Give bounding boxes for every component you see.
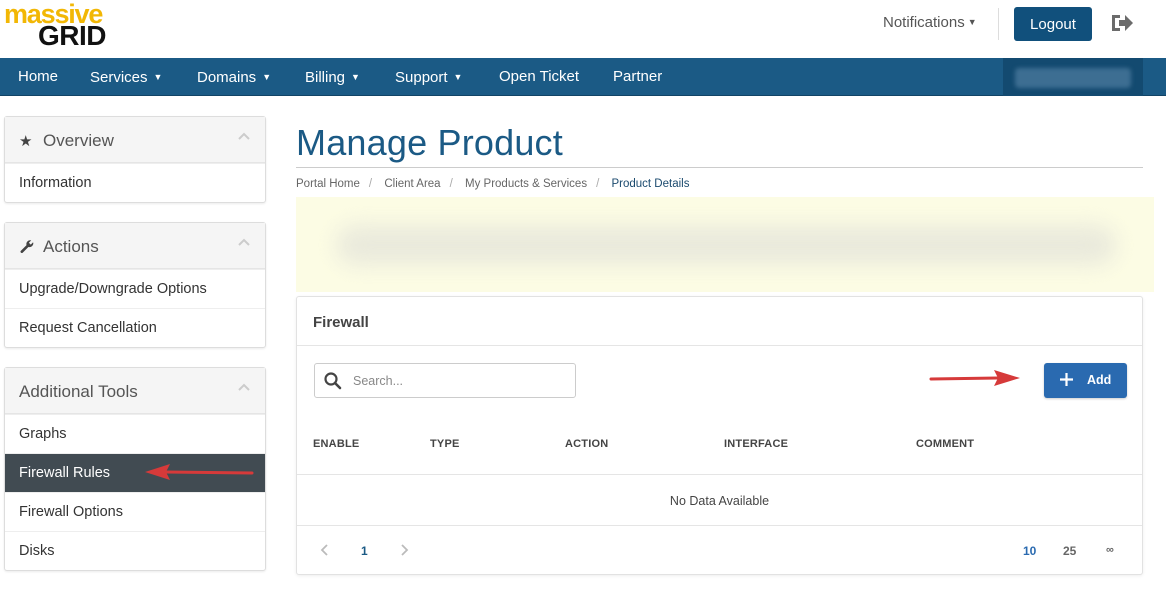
annotation-arrow-left [145,464,254,480]
sign-out-icon[interactable] [1110,12,1134,34]
nav-open-ticket[interactable]: Open Ticket [499,58,579,96]
breadcrumb-client-area[interactable]: Client Area [384,178,440,190]
column-header-comment[interactable]: COMMENT [916,438,974,450]
page-size-25[interactable]: 25 [1063,544,1076,558]
chevron-up-icon[interactable] [237,235,251,249]
caret-down-icon: ▼ [967,17,977,27]
caret-down-icon: ▼ [153,72,163,82]
column-header-interface[interactable]: INTERFACE [724,438,788,450]
chevron-up-icon[interactable] [237,380,251,394]
breadcrumb: Portal Home / Client Area / My Products & … [296,178,689,190]
redacted-blur [1015,68,1131,88]
nav-domains[interactable]: Domains ▼ [197,58,271,96]
star-icon: ★ [19,133,33,150]
sidebar-item-disks[interactable]: Disks [5,531,265,570]
caret-down-icon: ▼ [453,72,463,82]
massivegrid-logo[interactable]: massive GRID [4,1,119,51]
nav-open-ticket-label: Open Ticket [499,68,580,85]
page-size-10[interactable]: 10 [1023,544,1036,558]
chevron-right-icon[interactable] [398,543,410,557]
nav-domains-label: Domains [197,69,257,86]
redacted-blur [336,225,1116,265]
breadcrumb-product-details: Product Details [611,178,690,190]
annotation-arrow-right [929,370,1020,386]
firewall-card-title: Firewall [313,314,369,331]
header-divider [998,8,999,40]
sidebar-panel-actions: Actions Upgrade/Downgrade Options Reques… [4,222,266,348]
redacted-product-info [296,197,1154,292]
nav-home[interactable]: Home [18,58,58,96]
pagination-page-1[interactable]: 1 [361,544,368,558]
nav-partner-label: Partner [613,68,663,85]
column-header-action[interactable]: ACTION [565,438,608,450]
sidebar-item-information[interactable]: Information [5,163,265,202]
panel-title-overview: Overview [43,131,114,150]
logo-bottom-text: GRID [38,20,107,51]
notifications-label: Notifications [883,14,965,31]
top-header: massive GRID Notifications ▼ Logout [0,0,1166,58]
page-size-all[interactable]: ∞ [1106,544,1114,556]
nav-support[interactable]: Support ▼ [395,58,462,96]
page-title: Manage Product [296,122,563,163]
sidebar-item-firewall-options[interactable]: Firewall Options [5,492,265,531]
sidebar-panel-overview: ★ Overview Information [4,116,266,203]
wrench-icon [20,240,34,253]
breadcrumb-portal-home[interactable]: Portal Home [296,178,360,190]
search-box[interactable] [314,363,576,398]
nav-home-label: Home [18,68,59,85]
plus-icon [1060,373,1073,386]
caret-down-icon: ▼ [262,72,272,82]
breadcrumb-my-products[interactable]: My Products & Services [465,178,587,190]
breadcrumb-separator: / [368,178,373,190]
chevron-up-icon[interactable] [237,129,251,143]
chevron-left-icon[interactable] [319,543,331,557]
breadcrumb-separator: / [449,178,453,190]
firewall-card-header: Firewall [297,297,1142,346]
panel-header-actions[interactable]: Actions [5,223,265,269]
add-rule-button[interactable]: Add [1044,363,1127,398]
account-menu-redacted[interactable] [1003,58,1143,96]
panel-title-additional-tools: Additional Tools [19,382,138,401]
empty-table-message: No Data Available [669,494,770,508]
sidebar-item-request-cancellation[interactable]: Request Cancellation [5,308,265,347]
nav-partner[interactable]: Partner [613,58,662,96]
caret-down-icon: ▼ [351,72,360,82]
table-divider [297,525,1142,526]
firewall-card: Firewall Add ENABLE TYPE ACTION INTERFAC… [296,296,1143,575]
nav-services[interactable]: Services ▼ [90,58,162,96]
panel-title-actions: Actions [43,237,99,256]
search-input[interactable] [353,371,563,391]
panel-header-overview[interactable]: ★ Overview [5,117,265,163]
sidebar-item-graphs[interactable]: Graphs [5,414,265,453]
table-divider [297,474,1142,475]
search-icon [324,372,342,390]
main-navbar: Home Services ▼ Domains ▼ Billing ▼ Support… [0,58,1166,96]
column-header-type[interactable]: TYPE [430,438,460,450]
nav-services-label: Services [90,69,148,86]
nav-billing-label: Billing [305,69,346,86]
title-divider [296,167,1143,168]
breadcrumb-separator: / [596,178,600,190]
column-header-enable[interactable]: ENABLE [313,438,359,450]
sidebar-item-upgrade-downgrade[interactable]: Upgrade/Downgrade Options [5,269,265,308]
logout-button[interactable]: Logout [1014,7,1092,41]
panel-header-additional-tools[interactable]: Additional Tools [5,368,265,414]
add-button-label: Add [1087,373,1112,387]
nav-billing[interactable]: Billing ▼ [305,58,360,96]
notifications-dropdown[interactable]: Notifications ▼ [883,14,977,31]
nav-support-label: Support [395,69,448,86]
